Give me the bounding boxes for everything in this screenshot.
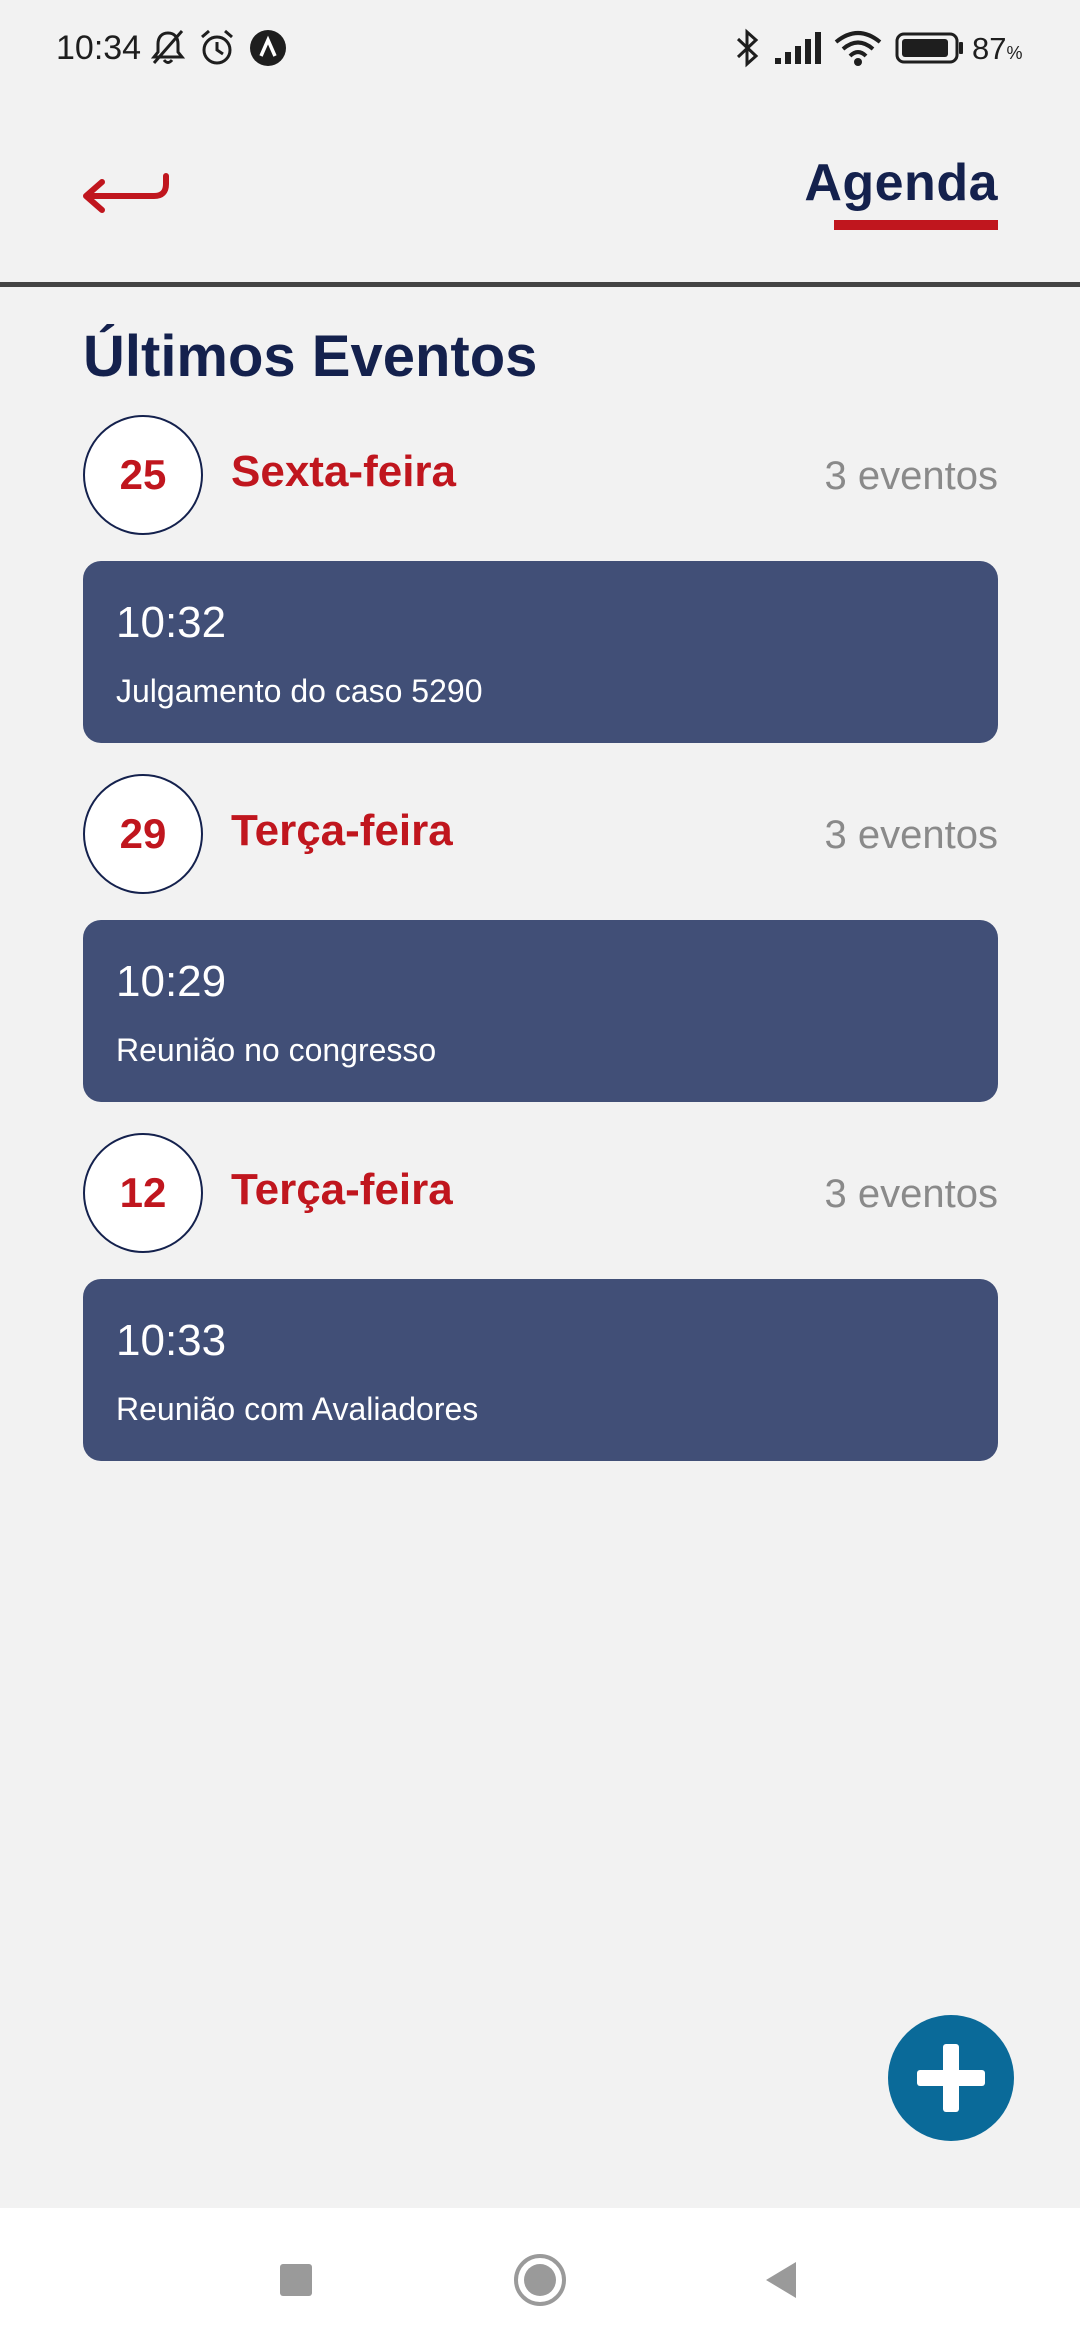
back-triangle-icon [766,2262,796,2298]
day-header: 25 Sexta-feira 3 eventos [83,415,998,535]
battery-percentage: 87% [972,28,1023,74]
event-time: 10:29 [116,957,227,1006]
bell-off-icon [146,26,190,70]
wifi-icon [832,26,884,70]
header-divider [0,282,1080,287]
event-count: 3 eventos [824,813,998,857]
day-group: 25 Sexta-feira 3 eventos 10:32 Julgament… [83,415,998,743]
day-weekday: Terça-feira [231,806,453,855]
day-weekday: Terça-feira [231,1165,453,1214]
app-header: Agenda [0,96,1080,286]
event-description: Reunião no congresso [116,1032,437,1068]
day-number: 25 [83,415,203,535]
app-notification-icon [246,26,290,70]
battery-icon [894,26,966,70]
event-card[interactable]: 10:29 Reunião no congresso [83,920,998,1102]
system-nav-bar [0,2208,1080,2340]
page-title: Agenda [804,154,998,212]
battery-unit: % [1006,43,1023,63]
recents-square-icon [280,2264,312,2296]
event-count: 3 eventos [824,1172,998,1216]
home-circle-icon [514,2254,566,2306]
status-time: 10:34 [56,29,142,67]
return-arrow-icon [83,173,169,213]
add-event-button[interactable] [888,2015,1014,2141]
day-group: 12 Terça-feira 3 eventos 10:33 Reunião c… [83,1133,998,1461]
day-group: 29 Terça-feira 3 eventos 10:29 Reunião n… [83,774,998,1102]
day-number: 29 [83,774,203,894]
event-time: 10:32 [116,598,227,647]
event-card[interactable]: 10:33 Reunião com Avaliadores [83,1279,998,1461]
day-weekday: Sexta-feira [231,447,457,496]
back-nav-button[interactable] [752,2250,812,2310]
plus-icon [917,2044,985,2112]
bluetooth-icon [728,26,768,70]
alarm-icon [195,26,239,70]
signal-icon [772,26,822,70]
battery-value: 87 [972,31,1007,66]
back-button[interactable] [78,162,178,232]
event-description: Reunião com Avaliadores [116,1391,479,1427]
event-time: 10:33 [116,1316,227,1365]
day-header: 12 Terça-feira 3 eventos [83,1133,998,1253]
section-title: Últimos Eventos [83,324,538,389]
event-count: 3 eventos [824,454,998,498]
status-bar: 10:34 87% [0,0,1080,96]
day-header: 29 Terça-feira 3 eventos [83,774,998,894]
recents-button[interactable] [266,2250,326,2310]
event-card[interactable]: 10:32 Julgamento do caso 5290 [83,561,998,743]
event-description: Julgamento do caso 5290 [116,673,483,709]
home-button[interactable] [510,2250,570,2310]
day-number: 12 [83,1133,203,1253]
title-underline [834,220,998,230]
